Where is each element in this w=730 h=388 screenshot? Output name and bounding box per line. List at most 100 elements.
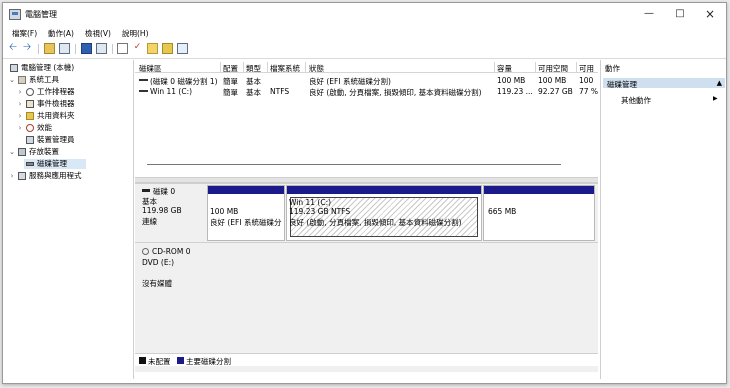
chevron-right-icon[interactable]: ▶ xyxy=(713,95,718,102)
column-header-capacity[interactable]: 容量 xyxy=(497,63,512,74)
column-header-percent-free[interactable]: 可用 xyxy=(579,63,594,74)
partition-recovery[interactable]: 665 MB xyxy=(483,185,595,241)
partition-size: 119.23 GB NTFS xyxy=(289,207,351,216)
partition-title: Win 11 (C:) xyxy=(289,198,332,207)
column-header-status[interactable]: 狀態 xyxy=(309,63,324,74)
show-hide-tree-icon[interactable] xyxy=(59,43,70,54)
toolbar: 🡠 🡢 ✓ xyxy=(3,41,726,59)
primary-partition-band xyxy=(287,186,481,194)
chevron-right-icon[interactable]: › xyxy=(16,123,24,133)
performance-icon xyxy=(26,124,34,132)
tree-item-label: 共用資料夾 xyxy=(37,111,75,120)
disk-status: 連線 xyxy=(142,217,157,226)
new-icon[interactable] xyxy=(147,43,158,54)
tree-item-computer-management[interactable]: 電腦管理 (本機) xyxy=(8,63,132,73)
cd-rom-icon xyxy=(142,248,149,255)
folder-icon[interactable] xyxy=(162,43,173,54)
column-header-layout[interactable]: 配置 xyxy=(223,63,238,74)
column-header-type[interactable]: 類型 xyxy=(246,63,261,74)
tree-item-label: 工作排程器 xyxy=(37,87,75,96)
volume-file-system: NTFS xyxy=(270,87,290,96)
cdrom-0-label[interactable]: CD-ROM 0 DVD (E:) 沒有媒體 xyxy=(135,242,205,301)
column-header-file-system[interactable]: 檔案系統 xyxy=(270,63,300,74)
storage-icon xyxy=(18,148,26,156)
event-icon xyxy=(26,100,34,108)
horizontal-scrollbar[interactable] xyxy=(147,164,561,165)
column-divider[interactable] xyxy=(494,62,495,72)
tree-item-shared-folders[interactable]: › 共用資料夾 xyxy=(8,111,132,121)
actions-section-disk-management[interactable]: 磁碟管理 ▲ xyxy=(603,78,725,89)
collapse-up-icon[interactable]: ▲ xyxy=(717,79,722,87)
tree-item-label: 事件檢視器 xyxy=(37,99,75,108)
volume-row[interactable]: (磁碟 0 磁碟分割 1) 簡單 基本 良好 (EFI 系統磁碟分割) 100 … xyxy=(135,75,598,86)
minimize-button[interactable]: — xyxy=(636,6,662,22)
computer-icon xyxy=(10,64,18,72)
menu-file[interactable]: 檔案(F) xyxy=(12,28,37,39)
volume-icon xyxy=(139,79,148,81)
tree-item-label: 電腦管理 (本機) xyxy=(21,63,75,72)
disk-0-label[interactable]: 磁碟 0 基本 119.98 GB 連線 xyxy=(135,184,205,242)
tree-item-disk-management[interactable]: 磁碟管理 xyxy=(24,159,86,169)
help-icon[interactable] xyxy=(81,43,92,54)
tree-item-label: 系統工具 xyxy=(29,75,59,84)
volume-icon xyxy=(139,90,148,92)
services-icon xyxy=(18,172,26,180)
legend-unallocated-label: 未配置 xyxy=(148,357,171,366)
partition-status: 良好 (EFI 系統磁碟分割) xyxy=(210,218,282,227)
more-actions-link[interactable]: 其他動作 xyxy=(621,95,651,106)
tree-item-performance[interactable]: › 效能 xyxy=(8,123,132,133)
chevron-right-icon[interactable]: › xyxy=(16,99,24,109)
connect-icon[interactable] xyxy=(117,43,128,54)
back-arrow-icon[interactable]: 🡠 xyxy=(9,43,20,54)
partition-size: 100 MB xyxy=(210,207,239,216)
column-divider[interactable] xyxy=(535,62,536,72)
tree-item-services-applications[interactable]: › 服務與應用程式 xyxy=(8,171,132,181)
device-icon xyxy=(26,136,34,144)
check-icon[interactable]: ✓ xyxy=(132,43,143,54)
column-divider[interactable] xyxy=(220,62,221,72)
maximize-button[interactable]: □ xyxy=(667,6,693,22)
clock-icon xyxy=(26,88,34,96)
column-divider[interactable] xyxy=(576,62,577,72)
window-title: 電腦管理 xyxy=(25,10,57,19)
actions-section-label: 磁碟管理 xyxy=(607,80,637,89)
volume-row[interactable]: Win 11 (C:) 簡單 基本 NTFS 良好 (啟動, 分頁檔案, 損毀傾… xyxy=(135,86,598,97)
column-header-volume[interactable]: 磁碟區 xyxy=(139,63,162,74)
tree-item-storage[interactable]: ⌄ 存放裝置 xyxy=(8,147,132,157)
up-folder-icon[interactable] xyxy=(44,43,55,54)
tree-item-system-tools[interactable]: ⌄ 系統工具 xyxy=(8,75,132,85)
menu-view[interactable]: 檢視(V) xyxy=(85,28,111,39)
volume-name: Win 11 (C:) xyxy=(150,87,193,96)
column-header-free-space[interactable]: 可用空間 xyxy=(538,63,568,74)
volume-percent-free: 77 % xyxy=(579,87,598,96)
disk-graphical-view: 磁碟 0 基本 119.98 GB 連線 100 MB 良好 (EFI 系統磁碟… xyxy=(135,183,598,372)
tree-item-event-viewer[interactable]: › 事件檢視器 xyxy=(8,99,132,109)
tree-item-label: 服務與應用程式 xyxy=(29,171,82,180)
tree-item-device-manager[interactable]: 裝置管理員 xyxy=(8,135,132,145)
view-icon[interactable] xyxy=(177,43,188,54)
chevron-right-icon[interactable]: › xyxy=(16,87,24,97)
unallocated-swatch xyxy=(139,357,146,364)
column-divider[interactable] xyxy=(305,62,306,72)
computer-management-window: 電腦管理 — □ × 檔案(F) 動作(A) 檢視(V) 說明(H) 🡠 🡢 ✓… xyxy=(2,2,727,384)
chevron-right-icon[interactable]: › xyxy=(16,111,24,121)
close-button[interactable]: × xyxy=(697,6,723,22)
column-divider[interactable] xyxy=(243,62,244,72)
partition-c-drive[interactable]: Win 11 (C:) 119.23 GB NTFS 良好 (啟動, 分頁檔案,… xyxy=(286,185,482,241)
tree-item-task-scheduler[interactable]: › 工作排程器 xyxy=(8,87,132,97)
properties-icon[interactable] xyxy=(96,43,107,54)
menu-action[interactable]: 動作(A) xyxy=(48,28,74,39)
forward-arrow-icon[interactable]: 🡢 xyxy=(23,43,34,54)
disk-size: 119.98 GB xyxy=(142,206,182,215)
disk-icon xyxy=(26,162,34,166)
chevron-down-icon[interactable]: ⌄ xyxy=(8,75,16,85)
cdrom-volume-area[interactable] xyxy=(205,242,598,301)
menu-help[interactable]: 說明(H) xyxy=(122,28,149,39)
column-divider[interactable] xyxy=(267,62,268,72)
primary-partition-band xyxy=(208,186,284,194)
navigation-tree: 電腦管理 (本機) ⌄ 系統工具 › 工作排程器 › 事件檢視器 › 共用資料夾… xyxy=(6,60,134,379)
primary-partition-band xyxy=(484,186,594,194)
partition-efi[interactable]: 100 MB 良好 (EFI 系統磁碟分割) xyxy=(207,185,285,241)
chevron-down-icon[interactable]: ⌄ xyxy=(8,147,16,157)
chevron-right-icon[interactable]: › xyxy=(8,171,16,181)
